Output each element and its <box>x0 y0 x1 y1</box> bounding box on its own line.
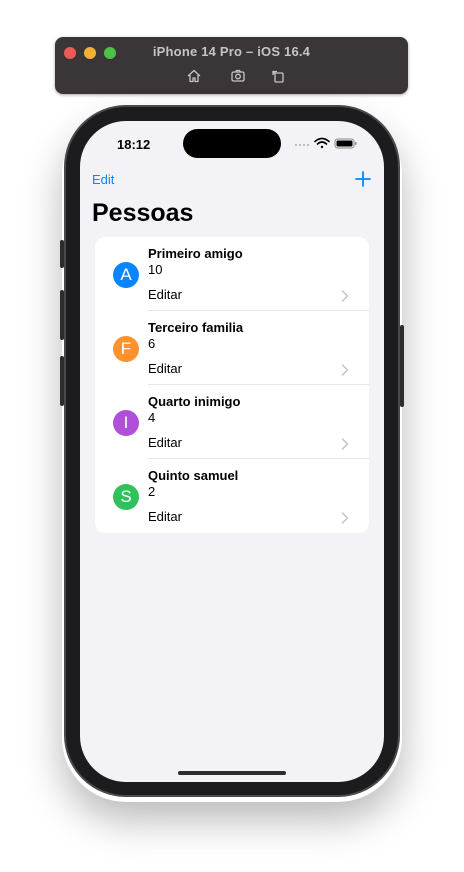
edit-person-link[interactable]: Editar <box>148 509 182 524</box>
chevron-right-icon <box>341 289 349 302</box>
plus-icon[interactable] <box>354 170 372 188</box>
action-button <box>60 240 64 268</box>
screenshot-icon[interactable] <box>229 67 247 85</box>
volume-up-button <box>60 290 64 340</box>
avatar: S <box>113 484 139 510</box>
phone-screen: 18:12 Edit Pessoas A Primeiro amigo 10 Edit… <box>80 121 384 782</box>
edit-person-link[interactable]: Editar <box>148 361 182 376</box>
volume-down-button <box>60 356 64 406</box>
person-count: 2 <box>148 484 156 499</box>
simulator-title: iPhone 14 Pro – iOS 16.4 <box>152 44 311 59</box>
list-item[interactable]: I Quarto inimigo 4 Editar <box>95 385 369 459</box>
edit-button[interactable]: Edit <box>92 172 114 187</box>
edit-person-link[interactable]: Editar <box>148 287 182 302</box>
list-item[interactable]: A Primeiro amigo 10 Editar <box>95 237 369 311</box>
simulator-title-bar: iPhone 14 Pro – iOS 16.4 <box>55 37 408 94</box>
status-time: 18:12 <box>117 137 151 152</box>
page-title: Pessoas <box>92 199 194 227</box>
wifi-icon <box>314 137 330 149</box>
people-list: A Primeiro amigo 10 Editar F Terceiro familia… <box>95 237 369 533</box>
status-icons <box>294 135 366 151</box>
avatar: F <box>113 336 139 362</box>
chevron-right-icon <box>341 363 349 376</box>
home-icon[interactable] <box>185 67 203 85</box>
person-count: 6 <box>148 336 156 351</box>
dynamic-island <box>183 129 281 158</box>
home-indicator[interactable] <box>178 771 286 775</box>
person-count: 10 <box>148 262 163 277</box>
signal-icon <box>294 143 310 147</box>
person-count: 4 <box>148 410 156 425</box>
power-button <box>400 325 404 407</box>
avatar: A <box>113 262 139 288</box>
avatar: I <box>113 410 139 436</box>
chevron-right-icon <box>341 511 349 524</box>
list-item[interactable]: S Quinto samuel 2 Editar <box>95 459 369 533</box>
rotate-icon[interactable] <box>269 67 287 85</box>
person-name: Quinto samuel <box>148 468 239 483</box>
list-item[interactable]: F Terceiro familia 6 Editar <box>95 311 369 385</box>
edit-person-link[interactable]: Editar <box>148 435 182 450</box>
person-name: Primeiro amigo <box>148 246 243 261</box>
battery-icon <box>334 138 357 149</box>
person-name: Terceiro familia <box>148 320 244 335</box>
chevron-right-icon <box>341 437 349 450</box>
person-name: Quarto inimigo <box>148 394 241 409</box>
